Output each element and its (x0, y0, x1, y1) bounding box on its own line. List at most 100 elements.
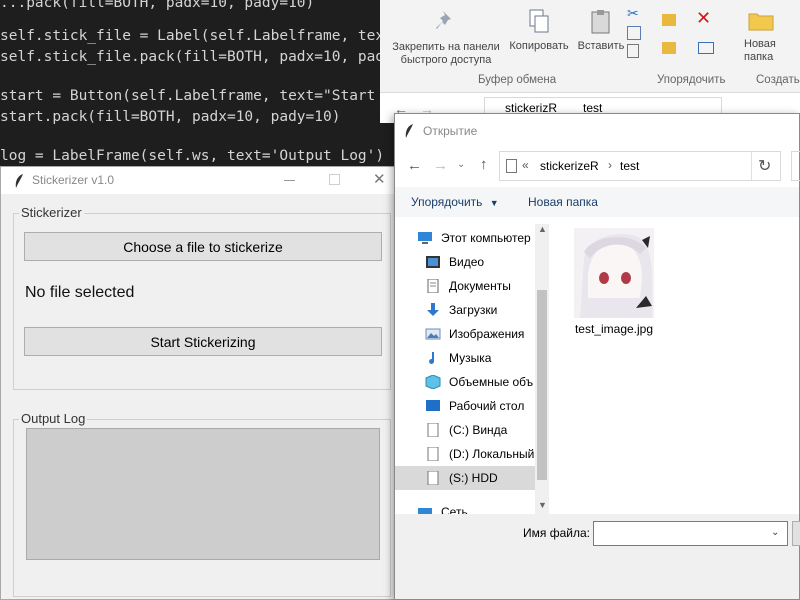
organize-tools: ✕ (660, 8, 730, 64)
forward-arrow-icon[interactable]: → (433, 157, 448, 174)
nav-item-desktop[interactable]: Рабочий стол (395, 394, 535, 418)
copy-label: Копировать (509, 40, 569, 52)
copy-icon (529, 9, 549, 33)
nav-scrollbar[interactable]: ▲ ▼ (535, 224, 549, 514)
new-folder-icon (748, 13, 774, 31)
desktop-icon (426, 400, 440, 411)
chevron-down-icon[interactable]: ⌄ (771, 527, 779, 538)
nav-item-3d-objects[interactable]: Объемные объ (395, 370, 535, 394)
nav-item-documents[interactable]: Документы (395, 274, 535, 298)
computer-icon (418, 232, 432, 244)
nav-item-video[interactable]: Видео (395, 250, 535, 274)
pictures-icon (425, 328, 441, 340)
nav-label: Документы (449, 279, 511, 293)
dialog-crumb-1[interactable]: stickerizeR (540, 159, 599, 173)
video-icon (426, 256, 440, 268)
paste-icon (591, 10, 610, 34)
copy-button[interactable]: Копировать (506, 8, 572, 53)
move-to-icon[interactable] (662, 14, 676, 26)
nav-label: (S:) HDD (449, 471, 498, 485)
dialog-titlebar[interactable]: Открытие (395, 114, 799, 148)
new-folder-label: Новая папка (744, 38, 776, 63)
stickerizer-title: Stickerizer v1.0 (32, 173, 115, 187)
copy-to-icon[interactable] (662, 42, 676, 54)
scroll-thumb[interactable] (537, 290, 547, 480)
network-icon (418, 508, 432, 514)
nav-label: Музыка (449, 351, 492, 365)
nav-label: Изображения (449, 327, 525, 341)
dialog-address-bar[interactable]: « stickerizeR › test ↻ (499, 151, 781, 181)
feather-icon (15, 174, 23, 188)
start-stickerizing-button[interactable]: Start Stickerizing (24, 327, 382, 356)
file-type-dropdown[interactable] (792, 521, 800, 546)
delete-icon[interactable]: ✕ (696, 8, 711, 29)
stickerizer-titlebar[interactable]: Stickerizer v1.0 ✕ (1, 167, 401, 194)
group-clipboard: Буфер обмена (478, 74, 557, 86)
output-log-text[interactable] (26, 428, 380, 560)
dialog-title: Открытие (423, 124, 478, 138)
code-line-1: self.stick_file = Label(self.Labelframe,… (0, 28, 411, 44)
group-organize: Упорядочить (657, 74, 726, 86)
organize-label: Упорядочить (411, 195, 483, 209)
cut-icon[interactable]: ✂ (627, 6, 645, 22)
pin-icon (436, 11, 451, 29)
paste-shortcut-icon[interactable] (627, 44, 639, 58)
new-folder-button[interactable]: Новая папка (736, 6, 786, 64)
output-log-label: Output Log (19, 411, 88, 426)
code-line-4: start.pack(fill=BOTH, padx=10, pady=10) (0, 109, 341, 125)
organize-menu[interactable]: Упорядочить ▼ (411, 195, 499, 209)
breadcrumb-chevron-icon: « (522, 158, 529, 172)
nav-label: Загрузки (449, 303, 498, 317)
scroll-down-icon[interactable]: ▼ (538, 500, 547, 510)
dialog-crumb-2[interactable]: test (620, 159, 639, 173)
filename-input[interactable]: ⌄ (593, 521, 788, 546)
navigation-pane: Этот компьютер Видео Документы Загрузки … (395, 224, 535, 514)
drive-icon (427, 423, 439, 437)
feather-icon (405, 124, 413, 138)
file-status-label: No file selected (25, 284, 135, 301)
nav-item-drive-d[interactable]: (D:) Локальный (395, 442, 535, 466)
drive-icon (427, 447, 439, 461)
scroll-up-icon[interactable]: ▲ (538, 224, 547, 234)
rename-icon[interactable] (698, 42, 714, 54)
nav-label: Объемные объ (449, 375, 534, 389)
nav-label: (C:) Винда (449, 423, 508, 437)
nav-item-drive-c[interactable]: (C:) Винда (395, 418, 535, 442)
music-icon (429, 352, 435, 364)
folder-page-icon (506, 159, 517, 173)
nav-label: Видео (449, 255, 485, 269)
file-item[interactable]: test_image.jpg (569, 228, 659, 338)
up-arrow-icon[interactable]: ↑ (480, 156, 488, 173)
downloads-icon (427, 303, 439, 316)
refresh-icon[interactable]: ↻ (758, 156, 771, 176)
dialog-search-box[interactable] (791, 151, 800, 181)
choose-file-button[interactable]: Choose a file to stickerize (24, 232, 382, 261)
minimize-icon[interactable] (284, 180, 295, 181)
copy-path-icon[interactable] (627, 26, 641, 40)
dialog-toolbar: Упорядочить ▼ Новая папка (395, 187, 799, 217)
new-folder-button[interactable]: Новая папка (528, 195, 598, 209)
nav-label: (D:) Локальный (449, 447, 535, 461)
code-line-partial: ...pack(fill=BOTH, padx=10, pady=10) (0, 0, 315, 11)
nav-item-drive-s[interactable]: (S:) HDD (395, 466, 535, 490)
nav-item-pictures[interactable]: Изображения (395, 322, 535, 346)
nav-item-music[interactable]: Музыка (395, 346, 535, 370)
image-thumbnail (574, 228, 654, 318)
nav-label: Этот компьютер (441, 231, 531, 245)
stickerizer-window: Stickerizer v1.0 ✕ Stickerizer Choose a … (0, 166, 402, 600)
nav-item-downloads[interactable]: Загрузки (395, 298, 535, 322)
nav-item-this-pc[interactable]: Этот компьютер (395, 226, 535, 250)
code-line-5: log = LabelFrame(self.ws, text='Output L… (0, 148, 385, 164)
back-arrow-icon[interactable]: ← (407, 157, 422, 174)
stickerizer-frame-label: Stickerizer (19, 205, 84, 220)
nav-item-network[interactable]: Сеть (395, 500, 535, 514)
close-icon[interactable]: ✕ (373, 170, 386, 188)
dialog-bottom: Имя файла: ⌄ (395, 514, 800, 599)
breadcrumb-separator-icon: › (608, 158, 612, 172)
3d-objects-icon (425, 375, 441, 389)
recent-chevron-icon[interactable]: ⌄ (457, 159, 465, 170)
paste-button[interactable]: Вставить (574, 8, 628, 53)
maximize-icon[interactable] (329, 174, 340, 185)
pin-quick-access-button[interactable]: Закрепить на панели быстрого доступа (386, 8, 506, 67)
address-divider (751, 152, 752, 180)
